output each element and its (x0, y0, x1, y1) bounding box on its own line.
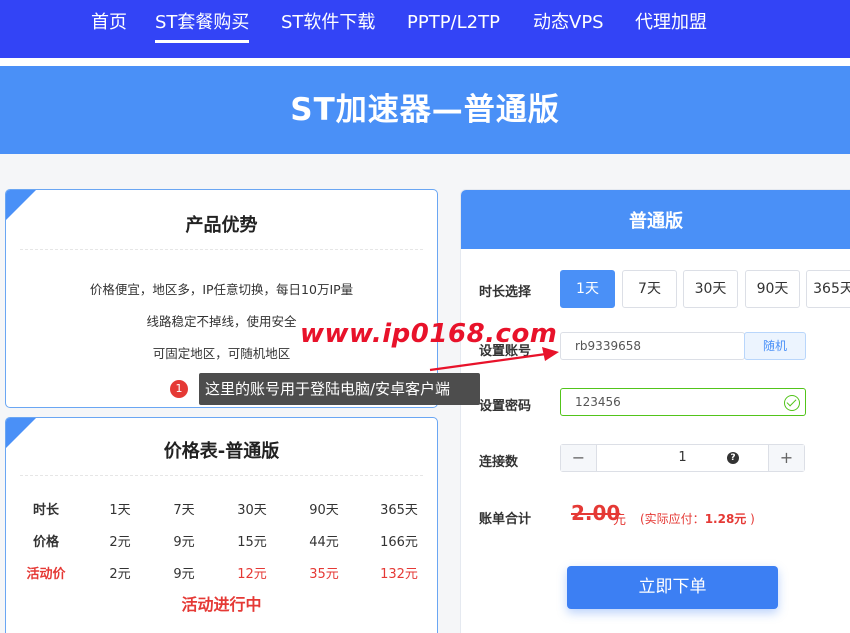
arrow-icon (429, 347, 559, 372)
price-table-cell: 166元 (380, 535, 418, 550)
price-table-cell: 1天 (109, 503, 131, 518)
price-table-cell: 44元 (309, 535, 339, 550)
price-table-cell: 15元 (237, 535, 267, 550)
increment-button[interactable]: + (768, 445, 804, 471)
nav-item-st-package[interactable]: ST套餐购买 (155, 10, 250, 43)
page: 首页 ST套餐购买 ST软件下载 PPTP/L2TP 动态VPS 代理加盟 ST… (0, 0, 850, 633)
place-order-button[interactable]: 立即下单 (567, 566, 778, 609)
top-nav: 首页 ST套餐购买 ST软件下载 PPTP/L2TP 动态VPS 代理加盟 (0, 0, 850, 58)
nav-gap (0, 58, 850, 66)
price-table-cell: 7天 (173, 503, 195, 518)
advantages-title: 产品优势 (185, 215, 258, 236)
actual-payment: (实际应付：1.28元 ) (640, 510, 755, 527)
advantage-line: 价格便宜，地区多，IP任意切换，每日10万IP量 (89, 282, 354, 297)
price-table-cell: 365天 (380, 503, 418, 518)
price-table-card: 价格表-普通版 时长 1天 7天 30天 90天 365天 价格 2元 9元 1… (5, 417, 438, 633)
price-table-cell: 9元 (173, 535, 195, 550)
order-panel: 普通版 时长选择 1天 7天 30天 90天 365天 设置账号 rb93396… (460, 189, 850, 633)
check-circle-icon (784, 395, 800, 411)
connections-stepper: − 1 + (560, 444, 805, 472)
promo-text: 活动进行中 (181, 595, 262, 614)
annotation-tooltip: 这里的账号用于登陆电脑/安卓客户端 (199, 373, 480, 405)
price-table-row-label: 价格 (32, 535, 59, 550)
duration-option-365day[interactable]: 365天 (806, 270, 850, 308)
banner: ST加速器—普通版 (0, 66, 850, 154)
nav-item-pptp-l2tp[interactable]: PPTP/L2TP (407, 10, 500, 36)
actual-amount: 1.28元 (704, 512, 747, 526)
connections-label: 连接数 (479, 455, 519, 470)
divider (20, 249, 423, 250)
price-table-row-label: 活动价 (26, 567, 66, 582)
actual-prefix: (实际应付： (640, 512, 705, 526)
price-table-cell: 30天 (237, 503, 267, 518)
total-unit: 元 (613, 513, 627, 528)
price-table-cell: 90天 (309, 503, 339, 518)
price-table-cell: 9元 (173, 567, 195, 582)
account-input[interactable]: rb9339658 (560, 332, 745, 360)
order-panel-header: 普通版 (461, 190, 850, 249)
price-table-cell: 2元 (109, 535, 131, 550)
nav-item-dynamic-vps[interactable]: 动态VPS (533, 10, 604, 36)
duration-option-90day[interactable]: 90天 (745, 270, 800, 308)
random-account-button[interactable]: 随机 (744, 332, 806, 360)
decrement-button[interactable]: − (561, 445, 597, 471)
banner-title: ST加速器—普通版 (290, 92, 560, 128)
duration-option-1day[interactable]: 1天 (560, 270, 615, 308)
price-table-row-label: 时长 (32, 503, 59, 518)
duration-option-7day[interactable]: 7天 (622, 270, 677, 308)
divider (20, 475, 423, 476)
help-icon[interactable]: ? (727, 452, 739, 464)
price-table-title: 价格表-普通版 (163, 441, 280, 462)
price-table-cell: 132元 (380, 567, 418, 582)
connections-value[interactable]: 1 (597, 445, 768, 471)
nav-item-home[interactable]: 首页 (91, 10, 127, 36)
nav-item-agent[interactable]: 代理加盟 (635, 10, 707, 36)
password-label: 设置密码 (479, 399, 532, 414)
password-input[interactable]: 123456 (560, 388, 806, 416)
price-table-cell: 2元 (109, 567, 131, 582)
total-label: 账单合计 (479, 512, 532, 527)
price-table-cell: 12元 (237, 567, 267, 582)
price-table-cell: 35元 (309, 567, 339, 582)
actual-suffix: ) (746, 512, 755, 526)
order-panel-title: 普通版 (629, 211, 683, 232)
nav-item-st-download[interactable]: ST软件下载 (281, 10, 375, 36)
duration-label: 时长选择 (479, 285, 532, 300)
annotation-badge: 1 (170, 380, 188, 398)
duration-option-30day[interactable]: 30天 (683, 270, 738, 308)
